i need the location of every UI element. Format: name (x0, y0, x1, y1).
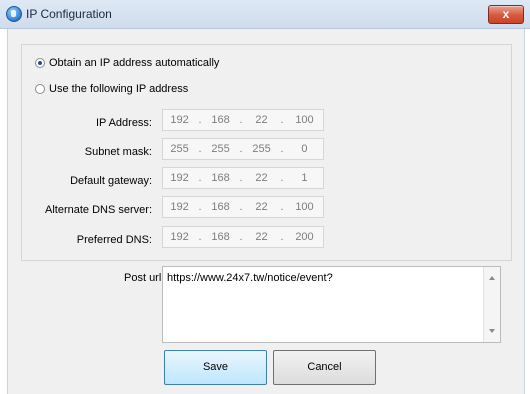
radio-manual-ip[interactable]: Use the following IP address (35, 83, 188, 95)
octet-4: 100 (295, 201, 314, 213)
octet-4: 0 (301, 143, 308, 155)
octet-3: 255 (252, 143, 271, 155)
octet-1: 192 (170, 114, 189, 126)
scroll-down-icon[interactable] (489, 329, 495, 333)
subnet-mask-field[interactable]: 255. 255. 255. 0 (162, 138, 324, 160)
radio-button-unchecked[interactable] (35, 84, 45, 94)
octet-4: 100 (295, 114, 314, 126)
alternate-dns-label: Alternate DNS server: (45, 204, 152, 216)
post-url-textarea[interactable]: https://www.24x7.tw/notice/event? (162, 266, 501, 343)
default-gateway-field[interactable]: 192. 168. 22. 1 (162, 167, 324, 189)
octet-3: 22 (255, 201, 268, 213)
title-bar: IP Configuration x (0, 0, 530, 29)
ip-address-field[interactable]: 192. 168. 22. 100 (162, 109, 324, 131)
octet-4: 1 (301, 172, 308, 184)
subnet-mask-label: Subnet mask: (84, 146, 152, 158)
octet-2: 168 (211, 201, 230, 213)
post-url-label: Post url: (124, 272, 165, 284)
octet-2: 255 (211, 143, 230, 155)
preferred-dns-label: Preferred DNS: (76, 234, 152, 246)
vertical-scrollbar[interactable] (483, 267, 500, 342)
default-gateway-label: Default gateway: (70, 175, 152, 187)
octet-3: 22 (255, 231, 268, 243)
octet-2: 168 (211, 172, 230, 184)
ip-address-label: IP Address: (95, 117, 152, 129)
octet-3: 22 (255, 172, 268, 184)
scroll-up-icon[interactable] (489, 276, 495, 280)
radio-auto-ip-label: Obtain an IP address automatically (49, 57, 220, 69)
octet-3: 22 (255, 114, 268, 126)
window-title: IP Configuration (26, 7, 112, 21)
save-button[interactable]: Save (164, 350, 267, 385)
app-icon (6, 6, 22, 22)
octet-1: 192 (170, 201, 189, 213)
radio-auto-ip[interactable]: Obtain an IP address automatically (35, 57, 219, 69)
octet-1: 255 (170, 143, 189, 155)
octet-4: 200 (295, 231, 314, 243)
radio-button-checked[interactable] (35, 58, 45, 68)
octet-1: 192 (170, 231, 189, 243)
octet-2: 168 (211, 231, 230, 243)
cancel-button[interactable]: Cancel (273, 350, 376, 385)
octet-2: 168 (211, 114, 230, 126)
octet-1: 192 (170, 172, 189, 184)
alternate-dns-field[interactable]: 192. 168. 22. 100 (162, 196, 324, 218)
radio-manual-ip-label: Use the following IP address (49, 83, 189, 95)
post-url-value: https://www.24x7.tw/notice/event? (167, 272, 333, 284)
close-button[interactable]: x (488, 5, 524, 24)
preferred-dns-field[interactable]: 192. 168. 22. 200 (162, 226, 324, 248)
